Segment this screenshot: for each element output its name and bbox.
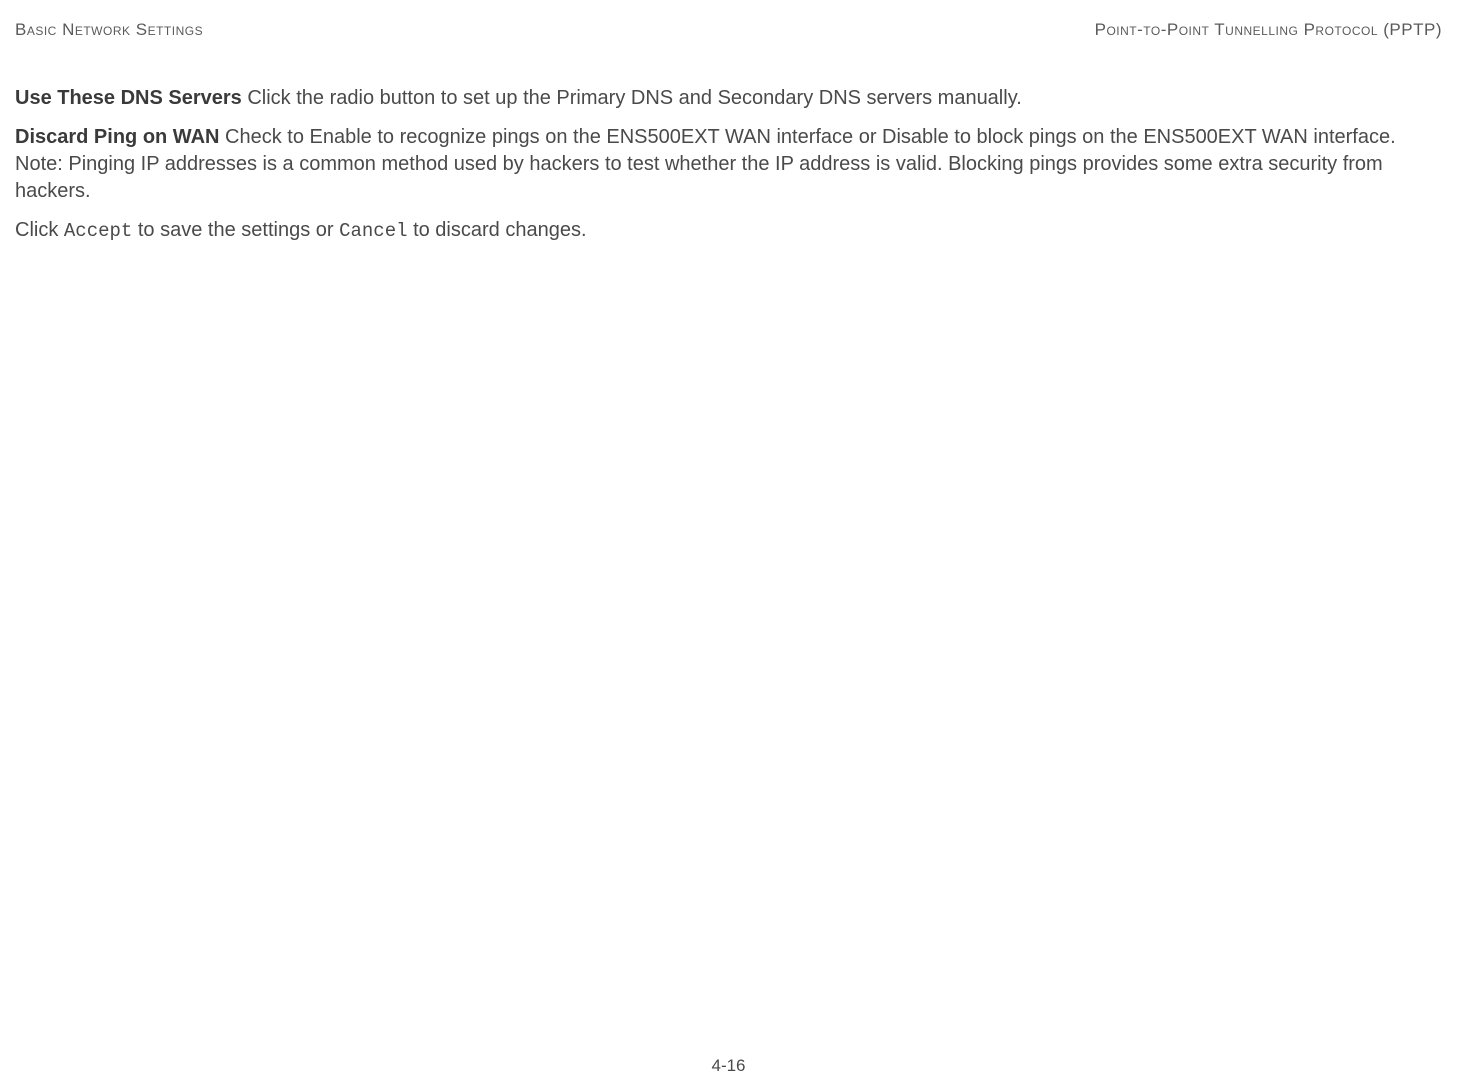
text-mid: to save the settings or xyxy=(132,219,339,241)
label-dns-servers: Use These DNS Servers xyxy=(15,87,242,109)
text-dns-servers: Click the radio button to set up the Pri… xyxy=(242,87,1022,109)
text-post: to discard changes. xyxy=(408,219,587,241)
text-discard-ping: Check to Enable to recognize pings on th… xyxy=(15,126,1396,202)
paragraph-discard-ping: Discard Ping on WAN Check to Enable to r… xyxy=(15,124,1442,205)
mono-accept: Accept xyxy=(64,220,132,242)
page-header: Basic Network Settings Point-to-Point Tu… xyxy=(15,20,1442,40)
header-right-section: Point-to-Point Tunnelling Protocol (PPTP… xyxy=(1095,20,1442,40)
paragraph-dns-servers: Use These DNS Servers Click the radio bu… xyxy=(15,85,1442,112)
page-footer: 4-16 xyxy=(0,1056,1457,1076)
text-pre: Click xyxy=(15,219,64,241)
paragraph-accept-cancel: Click Accept to save the settings or Can… xyxy=(15,217,1442,245)
label-discard-ping: Discard Ping on WAN xyxy=(15,126,219,148)
header-left-section: Basic Network Settings xyxy=(15,20,203,40)
page-number: 4-16 xyxy=(711,1056,745,1075)
mono-cancel: Cancel xyxy=(339,220,407,242)
page-content: Use These DNS Servers Click the radio bu… xyxy=(15,85,1442,245)
